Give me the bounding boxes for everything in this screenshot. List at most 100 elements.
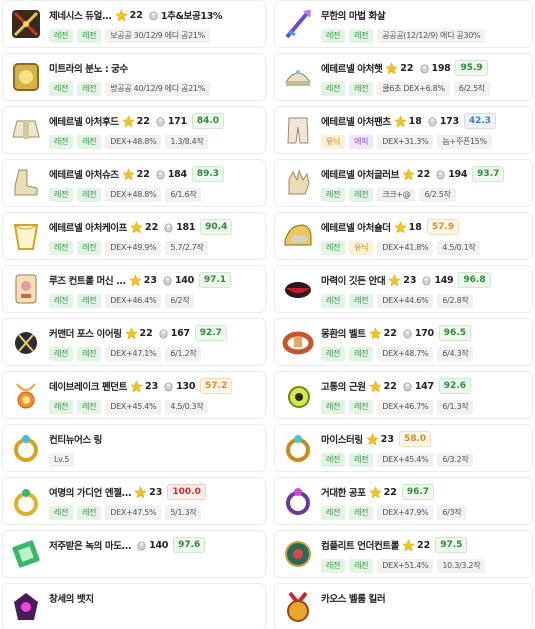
scroll-icon (163, 381, 174, 392)
cape-icon (9, 219, 43, 253)
book-icon (9, 537, 43, 571)
equipment-card[interactable]: 제네시스 듀얼... 22 1추&보공13% 레전 레전 보공공 30/12/9 에디 공… (2, 0, 266, 48)
equipment-card[interactable]: 에테르넬 아처팬츠 18 173 42.3 유닉 에픽 DEX+31.3% 놈+주픈15% (274, 106, 533, 154)
equipment-card[interactable]: 컴플리트 언더컨트롤 22 97.5 레전 레전 DEX+51.4% 10.3/3.2작 (274, 530, 533, 578)
potential-tag: DEX+41.8% (377, 241, 434, 255)
potential-tag: DEX+47.9% (377, 506, 434, 520)
star-icon (122, 167, 135, 181)
equipment-card[interactable]: 몽환의 벨트 22 170 96.5 레전 레전 DEX+48.7% 6/4.3작 (274, 318, 533, 366)
equipment-card[interactable]: 여명의 가디언 엔젤... 23 100.0 레전 레전 DEX+47.5% 5/1.3작 (2, 477, 266, 525)
item-name: 몽환의 벨트 (321, 329, 366, 340)
potential-tag: 레전 (321, 347, 346, 361)
equipment-card[interactable]: 고통의 근원 22 147 92.6 레전 레전 DEX+46.7% 6/1.3작 (274, 371, 533, 419)
scroll-icon (136, 540, 147, 551)
item-name: 에테르넬 아처슈즈 (49, 170, 119, 181)
item-name: 컴플리트 언더컨트롤 (321, 541, 399, 552)
equipment-card[interactable]: 저주받은 녹의 마도... 140 97.6 (2, 530, 266, 578)
potential-tag: 6/2.5작 (419, 188, 456, 202)
upgrade-value: 149 (434, 274, 454, 286)
potential-tag: 레전 (49, 188, 74, 202)
potential-tag: 6/1.2작 (165, 347, 202, 361)
item-name: 저주받은 녹의 마도... (49, 541, 132, 552)
upgrade-value: 171 (167, 115, 187, 127)
potential-tag: 6/3.2작 (437, 453, 474, 467)
potential-tag: 6/4.3작 (437, 347, 474, 361)
equipment-card[interactable]: 마력이 깃든 안대 23 149 96.8 레전 레전 DEX+44.6% 6/2.8작 (274, 265, 533, 313)
potential-tag: DEX+46.7% (377, 400, 434, 414)
potential-tag: 크크+@ (377, 188, 416, 202)
starforce-value: 22 (144, 221, 159, 233)
equipment-card[interactable]: 미트라의 분노 : 궁수 레전 레전 방공공 40/12/9 에디 공21% (2, 53, 266, 101)
equipment-card[interactable]: 컨티뉴어스 링 Lv.5 (2, 424, 266, 472)
star-icon (129, 273, 142, 287)
potential-tag: DEX+45.4% (377, 453, 434, 467)
potential-tag: 레전 (321, 82, 346, 96)
equipment-card[interactable]: 마이스터링 23 58.0 레전 레전 DEX+45.4% 6/3.2작 (274, 424, 533, 472)
potential-tag: 레전 (349, 347, 374, 361)
equipment-card[interactable]: 에테르넬 아처글러브 22 194 93.7 레전 레전 크크+@ 6/2.5작 (274, 159, 533, 207)
starforce-value: 23 (149, 486, 163, 498)
score-badge: 95.9 (455, 60, 488, 76)
item-name: 커맨더 포스 이어링 (49, 329, 122, 340)
medal-icon (281, 590, 315, 624)
equipment-card[interactable]: 에테르넬 아처케이프 22 181 90.4 레전 레전 DEX+49.9% 5.7/2.7작 (2, 212, 266, 260)
upgrade-value: 140 (174, 274, 194, 286)
potential-tag: 레전 (321, 453, 346, 467)
starforce-value: 22 (400, 62, 414, 74)
scroll-icon (402, 328, 413, 339)
upgrade-value: 170 (414, 327, 434, 339)
equipment-card[interactable]: 루즈 컨트롤 머신 ... 23 140 97.1 레전 레전 DEX+46.4% 6/2작 (2, 265, 266, 313)
potential-tag: 1.3/8.4작 (165, 135, 209, 149)
equipment-card[interactable]: 커맨더 포스 이어링 22 167 92.7 레전 레전 DEX+47.1% 6/1.2작 (2, 318, 266, 366)
score-badge: 90.4 (200, 219, 233, 235)
arrow-icon (281, 7, 315, 41)
item-name: 에테르넬 아처글러브 (321, 170, 399, 181)
potential-tag: 4.5/0.1작 (437, 241, 481, 255)
potential-tag: 레전 (321, 294, 346, 308)
potential-tag: 레전 (349, 82, 374, 96)
item-name: 고통의 근원 (321, 382, 366, 393)
top-icon (9, 113, 43, 147)
potential-tag: DEX+48.8% (105, 135, 162, 149)
scroll-icon (163, 222, 174, 233)
shoes-icon (9, 166, 43, 200)
upgrade-value: 167 (170, 327, 190, 339)
potential-tag: 레전 (49, 347, 74, 361)
upgrade-value: 140 (149, 539, 169, 551)
potential-tag: DEX+48.7% (377, 347, 434, 361)
score-badge: 97.1 (198, 272, 232, 288)
star-icon (130, 379, 143, 393)
score-badge: 58.0 (398, 431, 432, 447)
score-badge: 96.8 (458, 272, 491, 288)
equipment-card[interactable]: 에테르넬 아처햇 22 198 95.9 레전 레전 쿨6초 DEX+6.8% 6/2.5작 (274, 53, 533, 101)
potential-tag: 레전 (77, 82, 102, 96)
equipment-card[interactable]: 카오스 벨룸 킬러 (274, 583, 533, 629)
potential-tag: 6/2.8작 (437, 294, 474, 308)
equipment-card[interactable]: 무한의 마법 화살 레전 레전 공공공(12/12/9) 에디 공30% (274, 0, 533, 48)
score-badge: 97.6 (173, 537, 206, 553)
equipment-card[interactable]: 창세의 뱃지 (2, 583, 266, 629)
starforce-value: 22 (383, 327, 397, 339)
starforce-value: 22 (416, 539, 431, 551)
shoulder-icon (281, 219, 315, 253)
potential-tag: 레전 (77, 347, 102, 361)
item-name: 에테르넬 아처후드 (49, 117, 119, 128)
equipment-card[interactable]: 에테르넬 아처슈즈 22 184 89.3 레전 레전 DEX+48.8% 6/1.6작 (2, 159, 266, 207)
equipment-card[interactable]: 거대한 공포 22 96.7 레전 레전 DEX+47.9% 6/3작 (274, 477, 533, 525)
equipment-card[interactable]: 에테르넬 아처숄더 18 57.9 레전 유닉 DEX+41.8% 4.5/0.1작 (274, 212, 533, 260)
equipment-card[interactable]: 에테르넬 아처후드 22 171 84.0 레전 레전 DEX+48.8% 1.3/8.4작 (2, 106, 266, 154)
score-badge: 57.9 (426, 219, 460, 235)
glove-icon (281, 166, 315, 200)
item-name: 미트라의 분노 : 궁수 (49, 64, 128, 75)
weapon-icon (9, 7, 43, 41)
score-badge: 96.5 (438, 325, 471, 341)
item-name: 여명의 가디언 엔젤... (49, 488, 132, 499)
potential-tag: 6/2작 (165, 294, 195, 308)
belt-icon (281, 325, 315, 359)
potential-tag: 레전 (349, 29, 374, 43)
item-name: 루즈 컨트롤 머신 ... (49, 276, 126, 287)
potential-tag: DEX+47.5% (105, 506, 162, 520)
potential-tag: 레전 (349, 559, 374, 573)
eye-icon (281, 272, 315, 306)
equipment-card[interactable]: 데이브레이크 펜던트 23 130 57.2 레전 레전 DEX+45.4% 4.5/0.3작 (2, 371, 266, 419)
